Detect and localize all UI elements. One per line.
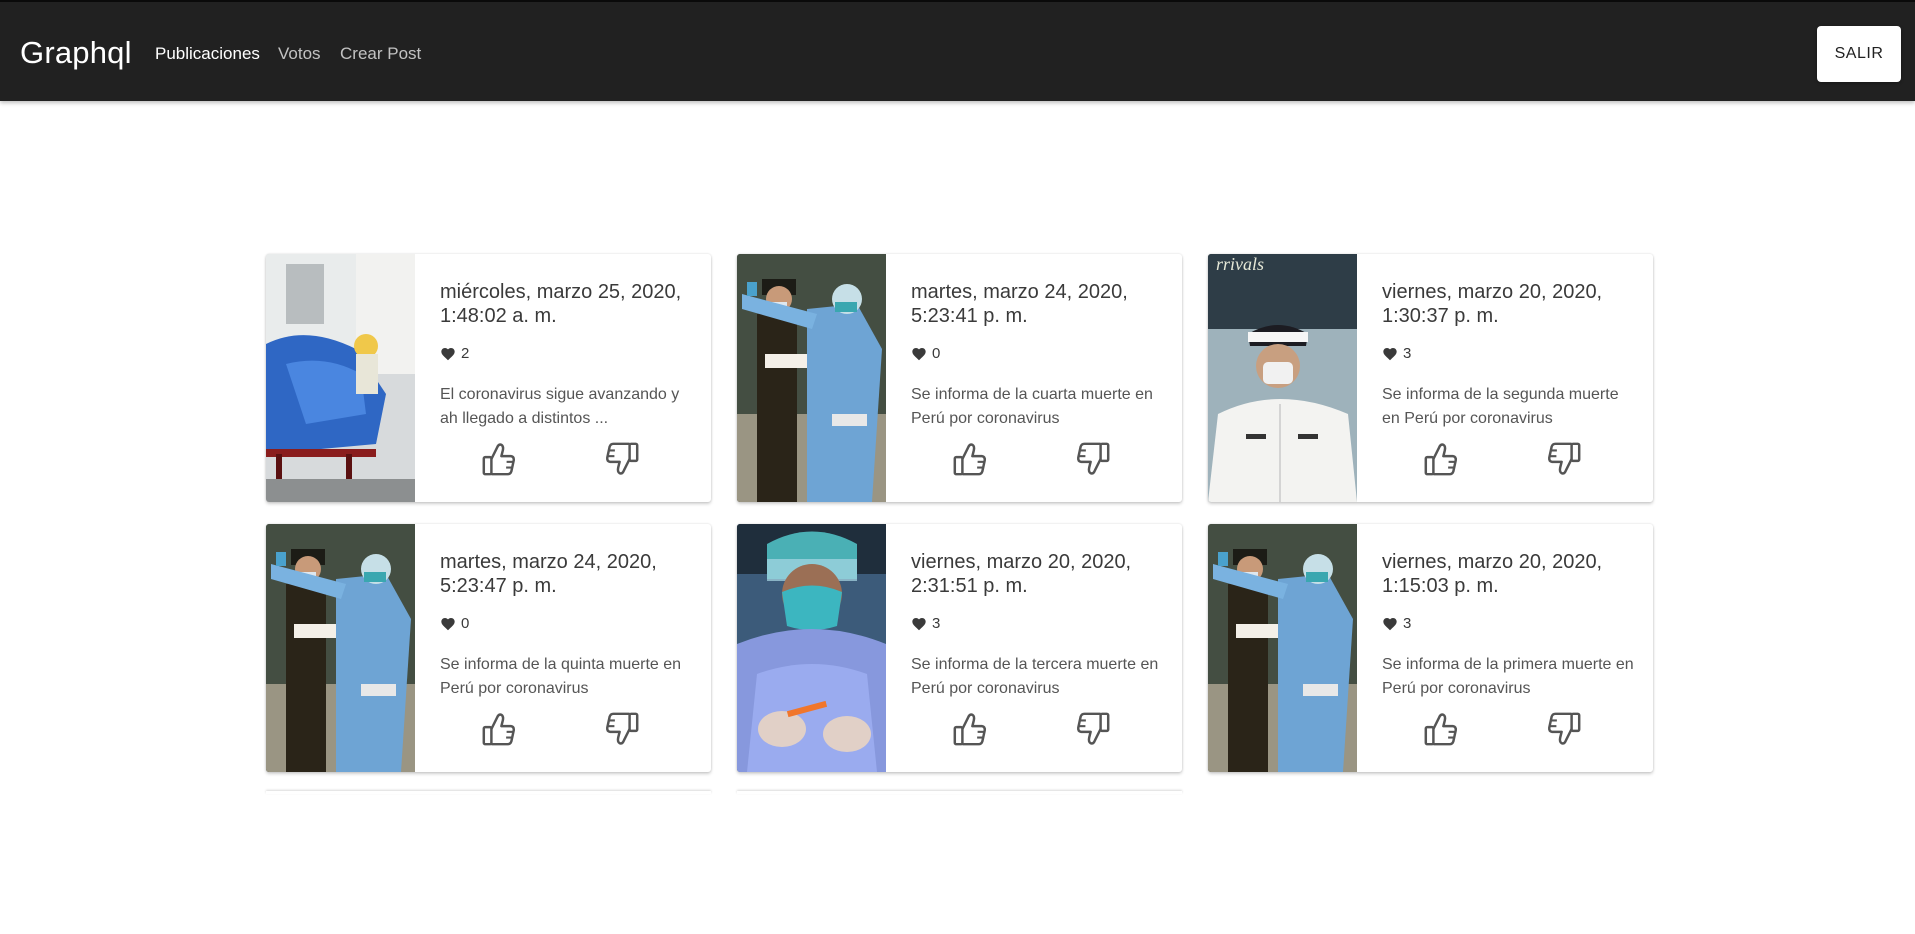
heart-icon bbox=[440, 616, 456, 632]
post-card-partial bbox=[737, 791, 1182, 794]
post-card: martes, marzo 24, 2020, 5:23:41 p. m. 0 … bbox=[737, 254, 1182, 502]
post-date: miércoles, marzo 25, 2020, 1:48:02 a. m. bbox=[440, 281, 682, 327]
post-card: viernes, marzo 20, 2020, 2:31:51 p. m. 3… bbox=[737, 524, 1182, 772]
post-date: viernes, marzo 20, 2020, 1:15:03 p. m. bbox=[1382, 551, 1603, 597]
thumbs-up-icon[interactable] bbox=[951, 710, 989, 748]
nav-link-publicaciones[interactable]: Publicaciones bbox=[155, 44, 260, 64]
post-card: martes, marzo 24, 2020, 5:23:47 p. m. 0 … bbox=[266, 524, 711, 772]
post-likes: 3 bbox=[1382, 345, 1411, 362]
post-description: Se informa de la tercera muerte en Perú … bbox=[911, 656, 1159, 697]
health-worker-thermometer-photo bbox=[266, 524, 415, 772]
thumbs-down-icon[interactable] bbox=[1074, 710, 1112, 748]
thumbs-up-icon[interactable] bbox=[1422, 440, 1460, 478]
post-description: El coronavirus sigue avanzando y ah lleg… bbox=[440, 386, 680, 427]
likes-count: 3 bbox=[932, 615, 941, 632]
heart-icon bbox=[911, 616, 927, 632]
likes-count: 2 bbox=[461, 345, 470, 362]
stretcher-photo bbox=[266, 254, 415, 502]
post-card: viernes, marzo 20, 2020, 1:15:03 p. m. 3… bbox=[1208, 524, 1653, 772]
health-worker-thermometer-photo bbox=[737, 254, 886, 502]
post-description: Se informa de la segunda muerte en Perú … bbox=[1382, 386, 1619, 427]
post-card-partial bbox=[266, 791, 711, 794]
thumbs-up-icon[interactable] bbox=[480, 710, 518, 748]
thumbs-up-icon[interactable] bbox=[1422, 710, 1460, 748]
post-description: Se informa de la quinta muerte en Perú p… bbox=[440, 656, 682, 697]
thumbs-up-icon[interactable] bbox=[951, 440, 989, 478]
brand-title[interactable]: Graphql bbox=[20, 35, 132, 71]
post-date: viernes, marzo 20, 2020, 2:31:51 p. m. bbox=[911, 551, 1132, 597]
post-description: Se informa de la primera muerte en Perú … bbox=[1382, 656, 1634, 697]
post-likes: 0 bbox=[911, 345, 940, 362]
nav-link-crear-post[interactable]: Crear Post bbox=[340, 44, 421, 64]
likes-count: 3 bbox=[1403, 345, 1412, 362]
post-description: Se informa de la cuarta muerte en Perú p… bbox=[911, 386, 1153, 427]
post-likes: 0 bbox=[440, 615, 469, 632]
heart-icon bbox=[440, 346, 456, 362]
post-date: martes, marzo 24, 2020, 5:23:41 p. m. bbox=[911, 281, 1128, 327]
thumbs-down-icon[interactable] bbox=[1545, 440, 1583, 478]
thumbs-down-icon[interactable] bbox=[603, 440, 641, 478]
post-card: viernes, marzo 20, 2020, 1:30:37 p. m. 3… bbox=[1208, 254, 1653, 502]
likes-count: 0 bbox=[461, 615, 470, 632]
post-date: martes, marzo 24, 2020, 5:23:47 p. m. bbox=[440, 551, 657, 597]
likes-count: 0 bbox=[932, 345, 941, 362]
thumbs-down-icon[interactable] bbox=[1545, 710, 1583, 748]
post-likes: 2 bbox=[440, 345, 469, 362]
post-likes: 3 bbox=[911, 615, 940, 632]
heart-icon bbox=[1382, 616, 1398, 632]
logout-button[interactable]: SALIR bbox=[1817, 26, 1901, 82]
officer-mask-photo bbox=[1208, 254, 1357, 502]
thumbs-down-icon[interactable] bbox=[603, 710, 641, 748]
heart-icon bbox=[911, 346, 927, 362]
post-card: miércoles, marzo 25, 2020, 1:48:02 a. m.… bbox=[266, 254, 711, 502]
thumbs-down-icon[interactable] bbox=[1074, 440, 1112, 478]
lab-technician-photo bbox=[737, 524, 886, 772]
likes-count: 3 bbox=[1403, 615, 1412, 632]
thumbs-up-icon[interactable] bbox=[480, 440, 518, 478]
post-likes: 3 bbox=[1382, 615, 1411, 632]
health-worker-thermometer-photo bbox=[1208, 524, 1357, 772]
post-date: viernes, marzo 20, 2020, 1:30:37 p. m. bbox=[1382, 281, 1603, 327]
nav-link-votos[interactable]: Votos bbox=[278, 44, 321, 64]
navbar: Graphql Publicaciones Votos Crear Post S… bbox=[0, 0, 1915, 101]
heart-icon bbox=[1382, 346, 1398, 362]
